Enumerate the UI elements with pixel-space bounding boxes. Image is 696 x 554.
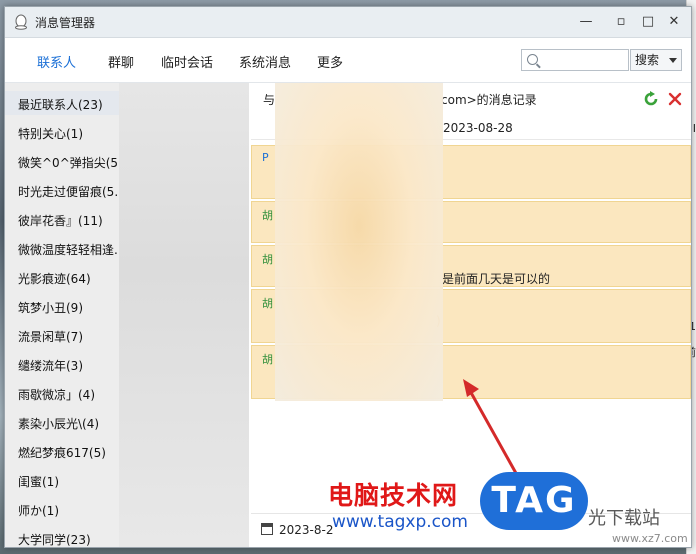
sidebar-item[interactable]: 时光走过便留痕(5... [18,183,118,200]
titlebar: 消息管理器 — ▫ □ ✕ [5,7,691,38]
sidebar-item[interactable]: 大学同学(23) [18,531,118,547]
message-sender: 胡 [262,209,273,222]
sidebar-item[interactable]: 流景闲草(7) [18,328,118,345]
delete-icon[interactable] [667,91,683,107]
watermark-download-url: www.xz7.com [612,532,688,545]
window-title: 消息管理器 [35,16,96,30]
restore-button[interactable]: ▫ [610,11,632,33]
tab-more[interactable]: 更多 [317,52,343,71]
date-filter-value[interactable]: 2023-8-2 [279,523,333,537]
sidebar-item[interactable]: 光影痕迹(64) [18,270,118,287]
message-sender: 胡 [262,297,273,310]
chevron-down-icon [669,58,677,63]
minimize-button[interactable]: — [575,11,597,33]
message-manager-window: 消息管理器 — ▫ □ ✕ 联系人 群聊 临时会话 系统消息 更多 搜索 最近联… [4,6,692,548]
sidebar-item-recent[interactable]: 最近联系人(23) [18,96,118,113]
sidebar-item[interactable]: 燃纪梦痕617(5) [18,444,118,461]
message-sender: 胡 [262,353,273,366]
tab-groups[interactable]: 群聊 [108,52,134,71]
blurred-contact-list [119,83,249,547]
sidebar-item[interactable]: 微微温度轻轻相逢... [18,241,118,258]
tab-temp-sessions[interactable]: 临时会话 [161,52,213,71]
search-icon [527,54,538,65]
sidebar-item[interactable]: 筑梦小丑(9) [18,299,118,316]
watermark-site-name: 电脑技术网 [328,481,459,510]
date-label: 2023-08-28 [443,121,513,135]
sidebar-item[interactable]: 彼岸花香』(11) [18,212,118,229]
tab-system-messages[interactable]: 系统消息 [239,52,291,71]
watermark-site-url: www.tagxp.com [332,512,468,532]
calendar-icon[interactable] [261,523,273,535]
sidebar-item[interactable]: 闺蜜(1) [18,473,118,490]
search-button[interactable]: 搜索 [630,49,682,71]
message-sender: P [262,151,269,164]
maximize-button[interactable]: □ [637,11,659,33]
search-input[interactable] [521,49,629,71]
contact-group-list: 最近联系人(23) 特别关心(1) 微笑^0^弹指尖(5... 时光走过便留痕(… [5,83,120,547]
search-button-label: 搜索 [635,53,660,67]
sidebar-item[interactable]: 缱缕流年(3) [18,357,118,374]
watermark-tag-logo: TAG [480,472,588,530]
blurred-message-content [275,83,443,401]
sidebar-item[interactable]: 雨歇微凉」(4) [18,386,118,403]
close-button[interactable]: ✕ [663,11,685,33]
sidebar-item[interactable]: 素染小辰光\(4) [18,415,118,432]
sidebar-item[interactable]: 师か(1) [18,502,118,519]
message-text: 是前面几天是可以的 [442,272,551,286]
category-tabs: 联系人 群聊 临时会话 系统消息 更多 搜索 [5,38,691,83]
message-sender: 胡 [262,253,273,266]
sidebar-item[interactable]: 微笑^0^弹指尖(5... [18,154,118,171]
watermark-download-site: 光下载站 [588,508,660,529]
sidebar-item[interactable]: 特别关心(1) [18,125,118,142]
header-prefix: 与 [263,93,276,107]
annotation-arrow [463,379,519,477]
header-title: com>的消息记录 [441,93,537,107]
qq-penguin-icon [15,14,27,30]
refresh-icon[interactable] [643,91,659,107]
tab-contacts[interactable]: 联系人 [37,52,76,71]
